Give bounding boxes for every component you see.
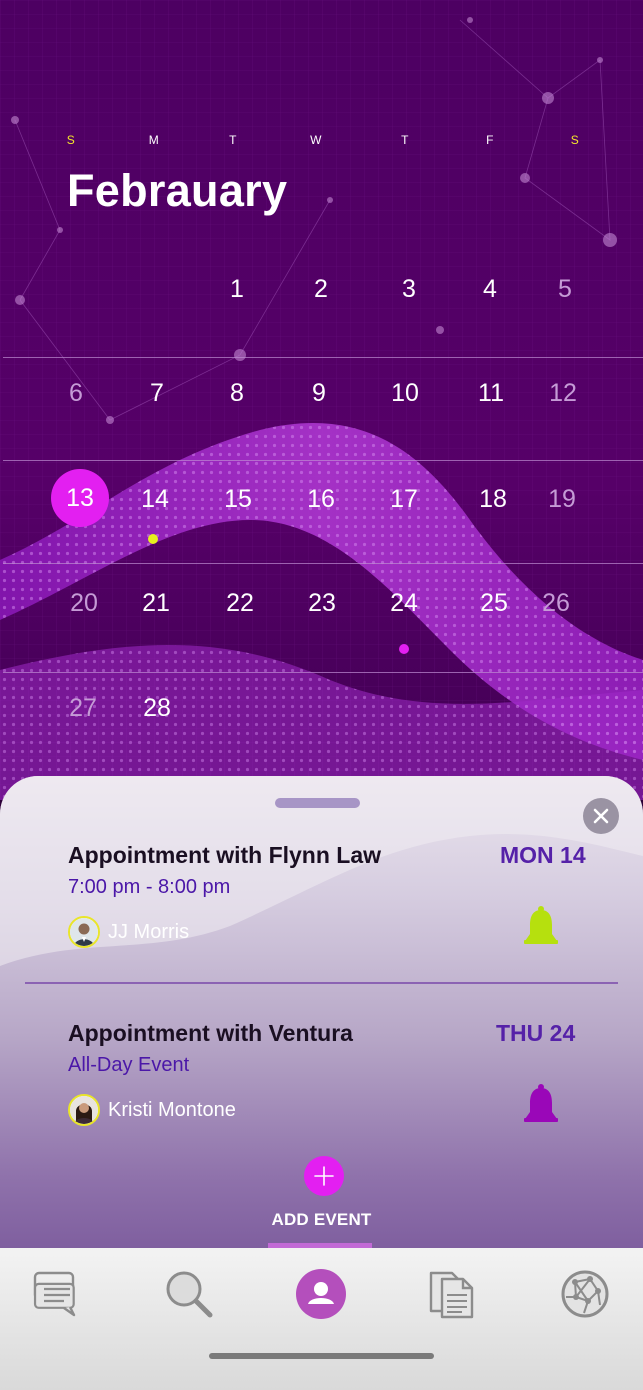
day-cell[interactable]: 26 [526,588,586,618]
event-item[interactable]: Appointment with Flynn Law 7:00 pm - 8:0… [0,776,643,948]
day-cell[interactable]: 1 [207,274,267,304]
event-attendee: JJ Morris [68,916,189,948]
day-cell[interactable]: 11 [461,378,521,408]
profile-icon [308,1282,334,1304]
calendar-screen: S M T W T F S Febrauary 1 2 3 4 5 6 7 8 … [0,0,643,1390]
event-time: 7:00 pm - 8:00 pm [68,876,231,898]
day-cell[interactable]: 5 [535,274,595,304]
weekday-wed: W [310,133,322,147]
avatar [68,916,100,948]
day-cell[interactable]: 4 [460,274,520,304]
bell-icon[interactable] [521,1083,561,1127]
day-cell[interactable]: 24 [374,588,434,618]
weekday-fri: F [486,133,494,147]
tab-bar [0,1248,643,1390]
add-event-button[interactable] [304,1156,344,1196]
home-indicator [209,1353,434,1359]
grid-divider [3,357,643,358]
documents-icon [429,1271,474,1319]
grid-divider [3,563,643,564]
event-title: Appointment with Flynn Law [68,842,382,868]
day-cell[interactable]: 14 [125,484,185,514]
day-cell[interactable]: 17 [374,484,434,514]
tab-profile[interactable] [296,1269,346,1319]
day-cell[interactable]: 21 [126,588,186,618]
month-title: Febrauary [67,165,288,216]
weekday-mon: M [148,133,160,147]
day-cell[interactable]: 22 [210,588,270,618]
events-sheet: Appointment with Flynn Law 7:00 pm - 8:0… [0,776,643,1248]
day-cell[interactable]: 20 [54,588,114,618]
day-cell[interactable]: 8 [207,378,267,408]
event-item[interactable]: Appointment with Ventura All-Day Event K… [0,954,643,1126]
day-cell[interactable]: 19 [532,484,592,514]
event-date: MON 14 [500,842,586,868]
day-cell-selected[interactable]: 13 [51,469,109,527]
weekday-thu: T [401,133,409,147]
attendee-name: JJ Morris [108,920,190,943]
weekday-header: S M T W T F S [0,133,643,151]
plus-icon [314,1166,334,1186]
tab-search[interactable] [161,1266,217,1322]
event-date: THU 24 [496,1020,576,1046]
weekday-tue: T [229,133,237,147]
day-cell[interactable]: 25 [464,588,524,618]
tab-network[interactable] [557,1266,613,1322]
day-cell[interactable]: 23 [292,588,352,618]
add-event-label[interactable]: ADD EVENT [0,1210,643,1230]
tab-messages[interactable] [29,1266,85,1322]
day-cell[interactable]: 12 [533,378,593,408]
event-dot [399,644,409,654]
day-cell[interactable]: 3 [379,274,439,304]
event-attendee: Kristi Montone [68,1094,236,1126]
grid-divider [3,460,643,461]
day-cell[interactable]: 15 [208,484,268,514]
day-cell[interactable]: 9 [289,378,349,408]
weekday-sun: S [66,133,76,147]
day-cell[interactable]: 28 [127,693,187,723]
day-cell[interactable]: 7 [127,378,187,408]
tab-documents[interactable] [425,1266,481,1322]
globe-icon [561,1270,609,1318]
grid-divider [3,672,643,673]
day-cell[interactable]: 27 [53,693,113,723]
event-title: Appointment with Ventura [68,1020,353,1046]
event-dot [148,534,158,544]
day-cell[interactable]: 18 [463,484,523,514]
event-time: All-Day Event [68,1054,190,1076]
weekday-sat: S [570,133,580,147]
search-icon [166,1271,213,1318]
day-cell[interactable]: 10 [375,378,435,408]
day-cell[interactable]: 2 [291,274,351,304]
attendee-name: Kristi Montone [108,1098,236,1121]
day-cell[interactable]: 16 [291,484,351,514]
avatar [68,1094,100,1126]
chat-icon [33,1271,76,1317]
day-cell[interactable]: 6 [46,378,106,408]
bell-icon[interactable] [521,905,561,949]
